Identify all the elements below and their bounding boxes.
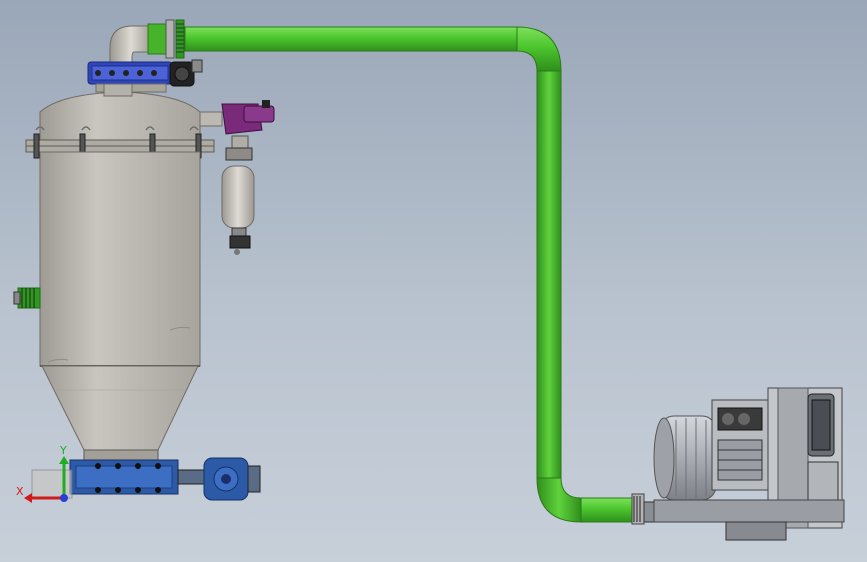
triad-x-label: X — [16, 485, 24, 498]
filter-vessel — [13, 83, 215, 451]
triad-y-label: Y — [59, 444, 67, 457]
bottom-feeder — [31, 449, 261, 501]
cad-viewport[interactable]: X Y — [0, 0, 867, 562]
conveying-pipe — [184, 26, 636, 523]
cad-model-scene: X Y — [13, 19, 845, 541]
inlet-elbow — [109, 19, 185, 65]
pulse-valve-assembly — [199, 100, 275, 255]
side-channel-blower — [631, 387, 845, 541]
